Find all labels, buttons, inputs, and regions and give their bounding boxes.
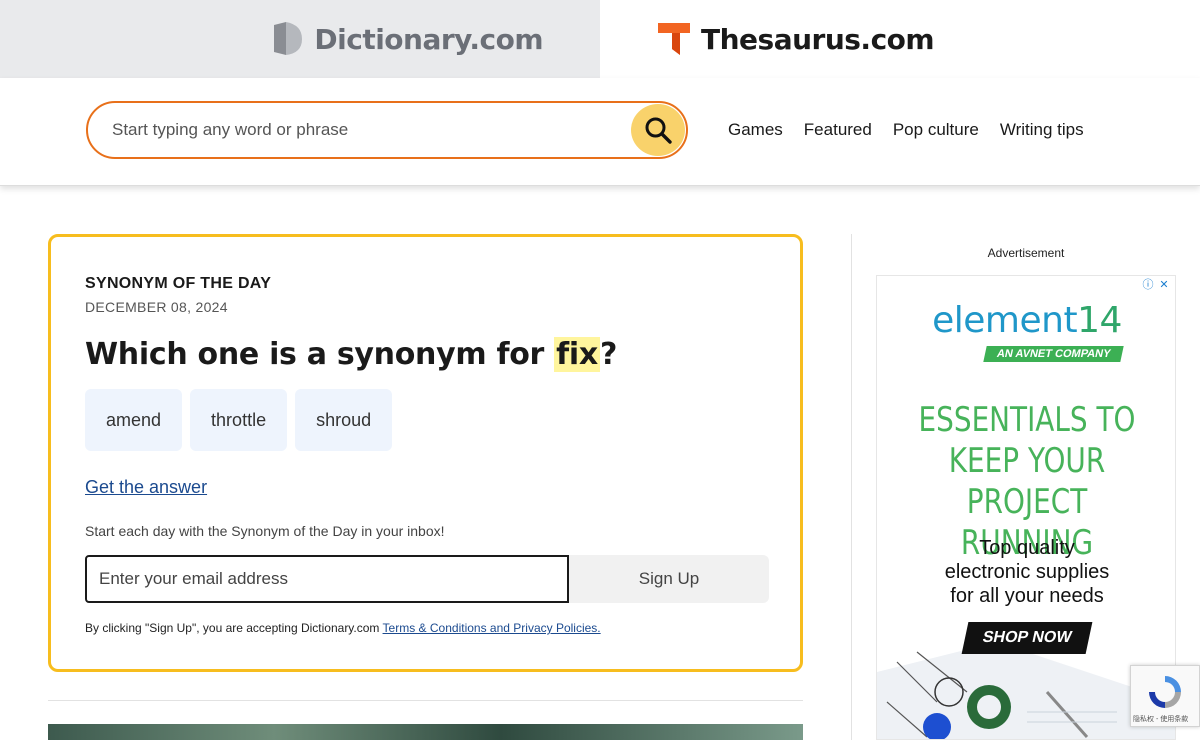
nav-writing-tips[interactable]: Writing tips: [1000, 120, 1084, 140]
card-date: DECEMBER 08, 2024: [85, 299, 228, 315]
terms-notice: By clicking "Sign Up", you are accepting…: [85, 621, 601, 635]
shop-now-button[interactable]: SHOP NOW: [961, 622, 1093, 654]
ad-badge: AN AVNET COMPANY: [983, 346, 1125, 362]
nav-pop-culture[interactable]: Pop culture: [893, 120, 979, 140]
option-shroud[interactable]: shroud: [295, 389, 393, 451]
dictionary-logo-icon: [274, 22, 303, 55]
ad-info-icon[interactable]: ⓘ: [1141, 278, 1155, 292]
question-word: fix: [554, 337, 600, 372]
dictionary-logo-text: Dictionary.com: [314, 22, 543, 56]
recaptcha-icon: [1149, 676, 1181, 708]
option-throttle[interactable]: throttle: [190, 389, 288, 451]
question-suffix: ?: [599, 337, 618, 372]
quiz-question: Which one is a synonym for fix?: [85, 337, 617, 372]
ad-headline-line: KEEP YOUR: [948, 441, 1106, 481]
ad-subtext-line: Top quality: [979, 537, 1075, 559]
ad-subtext: Top quality electronic supplies for all …: [877, 536, 1175, 608]
content-divider: [48, 700, 803, 701]
newsletter-promo: Start each day with the Synonym of the D…: [85, 523, 445, 539]
ad-logo-text: element: [932, 300, 1078, 341]
ad-subtext-line: for all your needs: [950, 585, 1104, 607]
answer-options: amend throttle shroud: [85, 389, 393, 451]
search-button[interactable]: [631, 104, 685, 156]
ad-controls: ⓘ ✕: [1141, 278, 1171, 292]
nav-featured[interactable]: Featured: [804, 120, 872, 140]
main-nav: Games Featured Pop culture Writing tips: [728, 120, 1084, 140]
recaptcha-text: 隐私权 - 使用条款: [1133, 716, 1189, 723]
article-image[interactable]: [48, 724, 803, 740]
search-bar: [86, 101, 688, 159]
site-switcher: Dictionary.com Thesaurus.com: [0, 0, 1200, 78]
thesaurus-logo-icon: [658, 23, 690, 55]
terms-link[interactable]: Terms & Conditions and Privacy Policies.: [383, 621, 601, 635]
thesaurus-logo-text: Thesaurus.com: [701, 22, 935, 56]
newsletter-form: Sign Up: [85, 555, 769, 603]
card-eyebrow: SYNONYM OF THE DAY: [85, 275, 272, 292]
sign-up-button[interactable]: Sign Up: [569, 555, 769, 603]
site-header: Games Featured Pop culture Writing tips: [0, 78, 1200, 186]
search-input[interactable]: [112, 120, 612, 140]
nav-games[interactable]: Games: [728, 120, 783, 140]
ad-headline-line: ESSENTIALS TO: [918, 400, 1136, 440]
recaptcha-badge[interactable]: 隐私权 - 使用条款: [1130, 665, 1200, 727]
ad-brand-logo: element14: [877, 300, 1175, 341]
terms-text: By clicking "Sign Up", you are accepting…: [85, 621, 380, 635]
ad-close-icon[interactable]: ✕: [1157, 278, 1171, 292]
tab-dictionary[interactable]: Dictionary.com: [0, 0, 600, 78]
ad-subtext-line: electronic supplies: [944, 561, 1110, 583]
ad-logo-number: 14: [1077, 300, 1122, 341]
ad-label: Advertisement: [987, 246, 1065, 260]
dictionary-logo[interactable]: Dictionary.com: [272, 21, 543, 57]
sidebar-divider: [851, 234, 852, 740]
tab-thesaurus[interactable]: Thesaurus.com: [600, 0, 1200, 78]
thesaurus-logo[interactable]: Thesaurus.com: [657, 21, 935, 57]
email-field[interactable]: [85, 555, 569, 603]
synonym-of-the-day-card: SYNONYM OF THE DAY DECEMBER 08, 2024 Whi…: [48, 234, 803, 672]
search-icon: [645, 117, 672, 144]
get-answer-link[interactable]: Get the answer: [85, 477, 207, 498]
option-amend[interactable]: amend: [85, 389, 183, 451]
question-prefix: Which one is a synonym for: [85, 337, 545, 372]
